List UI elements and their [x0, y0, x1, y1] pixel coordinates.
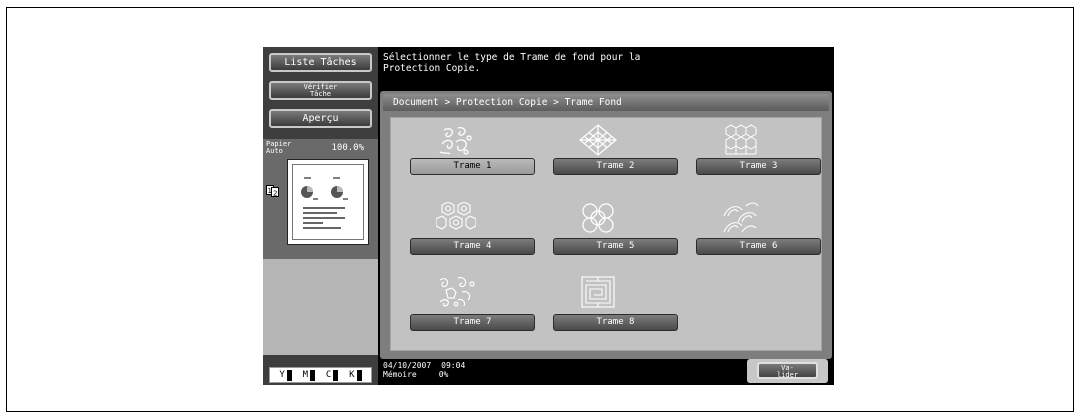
valider-button[interactable]: Va-lider	[757, 362, 818, 379]
wave-pattern-icon	[723, 202, 759, 233]
valider-area: Va-lider	[747, 359, 828, 383]
control-panel-screen: Liste Tâches Vérifier Tâche Aperçu Papier…	[263, 47, 834, 385]
paper-auto-label: Papier Auto	[266, 140, 292, 155]
preview-button[interactable]: Aperçu	[269, 109, 372, 128]
svg-text:2: 2	[273, 190, 277, 198]
trame-1-button[interactable]: Trame 1	[410, 158, 535, 175]
memory-label: Mémoire	[383, 370, 417, 379]
hex-flower-pattern-icon	[436, 202, 476, 230]
swirl-pattern-icon	[439, 126, 472, 155]
toner-m: M	[303, 369, 316, 381]
trame-6-button[interactable]: Trame 6	[696, 238, 821, 255]
preview-area: Papier Auto 100.0% 12	[263, 139, 378, 259]
breadcrumb: Document > Protection Copie > Trame Fond	[383, 94, 829, 111]
main-panel: Document > Protection Copie > Trame Fond	[380, 91, 832, 359]
trame-4-button[interactable]: Trame 4	[410, 238, 535, 255]
maze-pattern-icon	[581, 276, 615, 308]
toner-y: Y	[279, 369, 292, 381]
diamond-lattice-pattern-icon	[579, 124, 617, 156]
hexagon-pattern-icon	[725, 124, 757, 155]
instruction-message: Sélectionner le type de Trame de fond po…	[383, 52, 641, 74]
left-panel: Liste Tâches Vérifier Tâche Aperçu Papier…	[263, 47, 378, 385]
toner-level-indicator: Y M C K	[269, 367, 372, 383]
trame-7-button[interactable]: Trame 7	[410, 314, 535, 331]
pattern-grid: Trame 1 Trame 2 Trame 3 Trame 4 Trame 5 …	[390, 117, 822, 351]
status-date: 04/10/2007	[383, 361, 432, 370]
trame-2-button[interactable]: Trame 2	[553, 158, 678, 175]
zoom-value: 100.0%	[331, 143, 364, 153]
verify-job-button[interactable]: Vérifier Tâche	[269, 81, 372, 100]
status-time: 09:04	[441, 361, 466, 370]
trame-8-button[interactable]: Trame 8	[553, 314, 678, 331]
circle-ring-pattern-icon	[582, 203, 614, 233]
job-list-button[interactable]: Liste Tâches	[269, 53, 372, 72]
duplex-icon: 12	[266, 185, 280, 200]
toner-c: C	[326, 369, 339, 381]
left-panel-blank	[263, 259, 378, 355]
preview-page-thumbnail	[287, 159, 369, 245]
toner-k: K	[349, 369, 362, 381]
status-bar: 04/10/2007 09:04 Mémoire 0%	[383, 361, 465, 379]
trame-3-button[interactable]: Trame 3	[696, 158, 821, 175]
trame-5-button[interactable]: Trame 5	[553, 238, 678, 255]
svg-text:1: 1	[268, 187, 272, 195]
memory-value: 0%	[438, 370, 449, 379]
arabesque-pattern-icon	[439, 277, 475, 307]
